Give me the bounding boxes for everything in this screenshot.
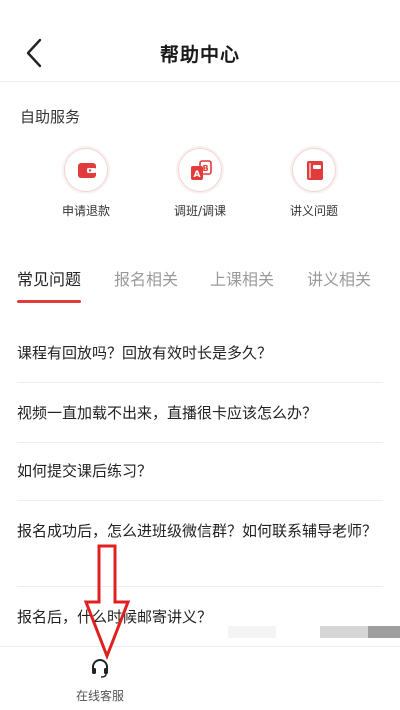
faq-item[interactable]: 课程有回放吗？回放有效时长是多久？ (17, 338, 383, 368)
online-customer-service-button[interactable]: 在线客服 (58, 657, 142, 704)
self-service-title: 自助服务 (20, 108, 81, 126)
svg-text:B: B (202, 164, 208, 173)
bottom-bar: 在线客服 (0, 646, 400, 710)
service-label: 调班/调课 (173, 204, 227, 218)
divider (17, 586, 383, 587)
wallet-icon (78, 163, 96, 178)
page-title: 帮助中心 (159, 44, 240, 66)
faq-item[interactable]: 如何提交课后练习？ (17, 456, 383, 486)
faded-content (368, 626, 400, 638)
swap-class-icon: B A (191, 160, 212, 180)
divider (17, 442, 383, 443)
self-service-grid: 申请退款 B A 调班/调课 讲义问题 (0, 148, 400, 228)
divider (17, 382, 383, 383)
tab-classes[interactable]: 上课相关 (210, 266, 274, 290)
tab-enrollment[interactable]: 报名相关 (114, 266, 178, 290)
tab-handouts[interactable]: 讲义相关 (307, 266, 371, 290)
change-class-service-button[interactable]: B A 调班/调课 (150, 148, 250, 219)
handout-service-button[interactable]: 讲义问题 (264, 148, 364, 219)
book-icon (307, 161, 323, 180)
customer-service-label: 在线客服 (75, 689, 124, 703)
faq-item[interactable]: 视频一直加载不出来，直播很卡应该怎么办？ (17, 398, 383, 428)
faq-item[interactable]: 报名成功后，怎么进班级微信群？如何联系辅导老师？ (17, 516, 383, 546)
faded-content (228, 626, 276, 638)
faded-content (320, 626, 368, 638)
tab-common-questions[interactable]: 常见问题 (17, 266, 81, 290)
refund-service-button[interactable]: 申请退款 (36, 148, 136, 219)
faq-tabs: 常见问题 报名相关 上课相关 讲义相关 (0, 262, 400, 306)
service-label: 申请退款 (61, 204, 110, 218)
svg-text:A: A (194, 170, 201, 180)
service-label: 讲义问题 (289, 204, 338, 218)
active-tab-indicator (17, 300, 81, 303)
header: 帮助中心 (0, 0, 400, 82)
headset-icon (92, 659, 108, 678)
divider (17, 500, 383, 501)
